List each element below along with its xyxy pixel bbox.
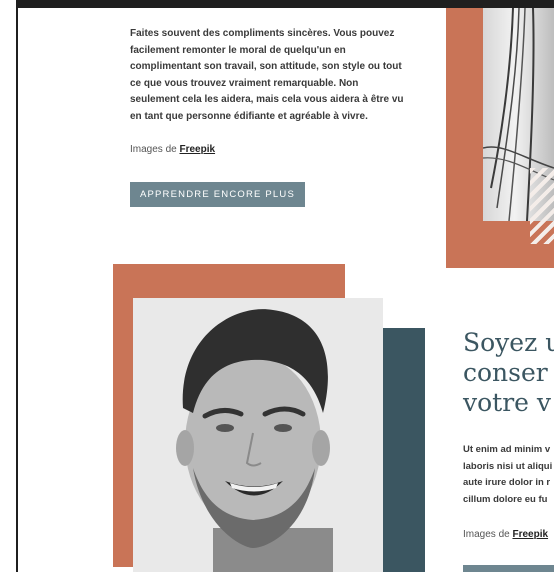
credit-prefix: Images de — [463, 529, 510, 540]
image-credit: Images de Freepik — [463, 529, 548, 540]
body-line: laboris nisi ut aliqui — [463, 460, 553, 472]
learn-more-button[interactable]: APPRENDRE ENCORE PLUS — [130, 182, 305, 207]
decorative-navy-bar — [383, 328, 425, 572]
body-line: cillum dolore eu fu — [463, 493, 548, 505]
image-credit: Images de Freepik — [130, 144, 215, 155]
freepik-link[interactable]: Freepik — [512, 529, 548, 540]
section-heading: Soyez u conser votre v — [463, 328, 554, 418]
compliments-paragraph: Faites souvent des compliments sincères.… — [130, 28, 404, 122]
freepik-link[interactable]: Freepik — [179, 144, 215, 155]
heading-line: Soyez u — [463, 328, 554, 357]
section-body-text: Ut enim ad minim v laboris nisi ut aliqu… — [463, 442, 554, 508]
learn-more-button[interactable] — [463, 565, 554, 572]
heading-line: conser — [463, 358, 548, 387]
smiling-man-photo — [133, 298, 383, 572]
heading-line: votre v — [463, 388, 552, 417]
screen-frame-left — [16, 0, 18, 572]
credit-prefix: Images de — [130, 144, 177, 155]
body-line: Ut enim ad minim v — [463, 444, 551, 455]
screen-frame-top — [16, 0, 554, 8]
decorative-stripes — [530, 168, 554, 244]
body-line: aute irure dolor in r — [463, 477, 551, 488]
